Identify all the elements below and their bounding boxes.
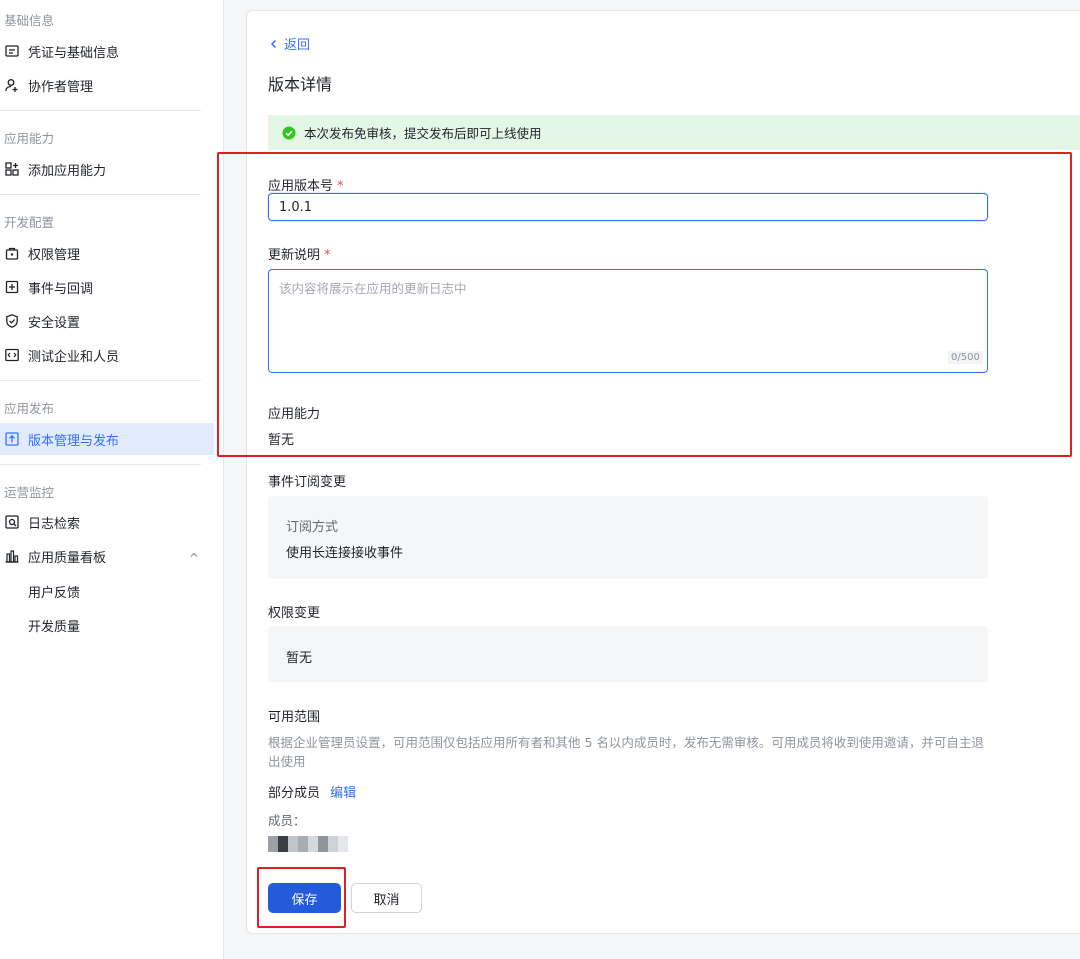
sidebar-item-add-capability[interactable]: 添加应用能力 bbox=[0, 153, 214, 185]
chevron-up-icon[interactable] bbox=[188, 549, 200, 561]
event-change-label: 事件订阅变更 bbox=[268, 475, 347, 490]
subscription-method-label: 订阅方式 bbox=[286, 520, 339, 535]
edit-link[interactable]: 编辑 bbox=[330, 786, 356, 801]
members-label: 成员： bbox=[268, 813, 306, 828]
bar-chart-icon bbox=[4, 548, 20, 564]
sidebar-item-security[interactable]: 安全设置 bbox=[0, 305, 214, 337]
highlight-box bbox=[257, 867, 346, 928]
divider bbox=[0, 464, 201, 465]
shield-icon bbox=[4, 313, 20, 329]
sidebar-item-label: 事件与回调 bbox=[28, 281, 94, 297]
sidebar-section-title: 基础信息 bbox=[4, 13, 55, 28]
sidebar-item-label: 添加应用能力 bbox=[28, 163, 107, 179]
divider bbox=[0, 380, 201, 381]
success-notice: 本次发布免审核，提交发布后即可上线使用 bbox=[268, 115, 1080, 150]
scope-description: 根据企业管理员设置，可用范围仅包括应用所有者和其他 5 名以内成员时，发布无需审… bbox=[268, 735, 984, 769]
user-add-icon bbox=[4, 77, 20, 93]
sidebar-section-title: 开发配置 bbox=[4, 215, 55, 230]
permission-change-label: 权限变更 bbox=[268, 606, 321, 621]
subscription-method-value: 使用长连接接收事件 bbox=[286, 546, 404, 561]
chevron-left-icon bbox=[270, 39, 277, 48]
sidebar-item-label: 测试企业和人员 bbox=[28, 349, 120, 365]
back-link[interactable]: 返回 bbox=[268, 34, 310, 53]
highlight-box bbox=[217, 152, 1072, 457]
check-circle-icon bbox=[282, 126, 296, 139]
sidebar-section-title: 应用发布 bbox=[4, 401, 55, 416]
sidebar-item-permissions[interactable]: 权限管理 bbox=[0, 237, 214, 269]
sidebar: 基础信息 凭证与基础信息 协作者管理 应用能力 添加应用能力 开发配置 权限管理… bbox=[0, 0, 224, 959]
sidebar-item-label: 应用质量看板 bbox=[28, 550, 107, 566]
back-label: 返回 bbox=[284, 38, 311, 53]
sidebar-item-credentials[interactable]: 凭证与基础信息 bbox=[0, 35, 214, 67]
members-type: 部分成员 bbox=[268, 786, 321, 801]
code-icon bbox=[4, 347, 20, 363]
sidebar-item-label: 安全设置 bbox=[28, 315, 81, 331]
sidebar-item-version-release[interactable]: 版本管理与发布 bbox=[0, 423, 214, 455]
sidebar-item-collaborators[interactable]: 协作者管理 bbox=[0, 69, 214, 101]
permission-change-value: 暂无 bbox=[286, 651, 313, 666]
sidebar-item-label: 协作者管理 bbox=[28, 79, 94, 95]
sidebar-item-label: 用户反馈 bbox=[28, 585, 81, 601]
sidebar-item-log-search[interactable]: 日志检索 bbox=[0, 506, 214, 538]
scope-label: 可用范围 bbox=[268, 710, 321, 725]
sidebar-item-label: 凭证与基础信息 bbox=[28, 45, 120, 61]
log-search-icon bbox=[4, 514, 20, 530]
sidebar-item-label: 日志检索 bbox=[28, 516, 81, 532]
divider bbox=[0, 194, 201, 195]
cancel-button[interactable]: 取消 bbox=[351, 883, 422, 913]
sidebar-item-label: 开发质量 bbox=[28, 619, 81, 635]
sidebar-item-test-org[interactable]: 测试企业和人员 bbox=[0, 339, 214, 371]
sidebar-item-label: 权限管理 bbox=[28, 247, 81, 263]
sidebar-item-events[interactable]: 事件与回调 bbox=[0, 271, 214, 303]
notice-text: 本次发布免审核，提交发布后即可上线使用 bbox=[304, 126, 542, 141]
lock-icon bbox=[4, 245, 20, 261]
sidebar-section-title: 运营监控 bbox=[4, 485, 55, 500]
sidebar-item-user-feedback[interactable]: 用户反馈 bbox=[0, 575, 214, 607]
sidebar-section-title: 应用能力 bbox=[4, 131, 55, 146]
member-avatar-blurred bbox=[268, 836, 348, 852]
permission-change-box bbox=[268, 626, 988, 682]
credential-icon bbox=[4, 43, 20, 59]
sidebar-item-dev-quality[interactable]: 开发质量 bbox=[0, 609, 214, 641]
upload-icon bbox=[4, 431, 20, 447]
sidebar-item-label: 版本管理与发布 bbox=[28, 433, 120, 449]
page-title: 版本详情 bbox=[268, 75, 333, 94]
grid-add-icon bbox=[4, 161, 20, 177]
event-icon bbox=[4, 279, 20, 295]
divider bbox=[0, 110, 201, 111]
event-change-box bbox=[268, 496, 988, 579]
sidebar-item-quality-dashboard[interactable]: 应用质量看板 bbox=[0, 540, 214, 572]
members-type-row: 部分成员 编辑 bbox=[268, 782, 356, 801]
